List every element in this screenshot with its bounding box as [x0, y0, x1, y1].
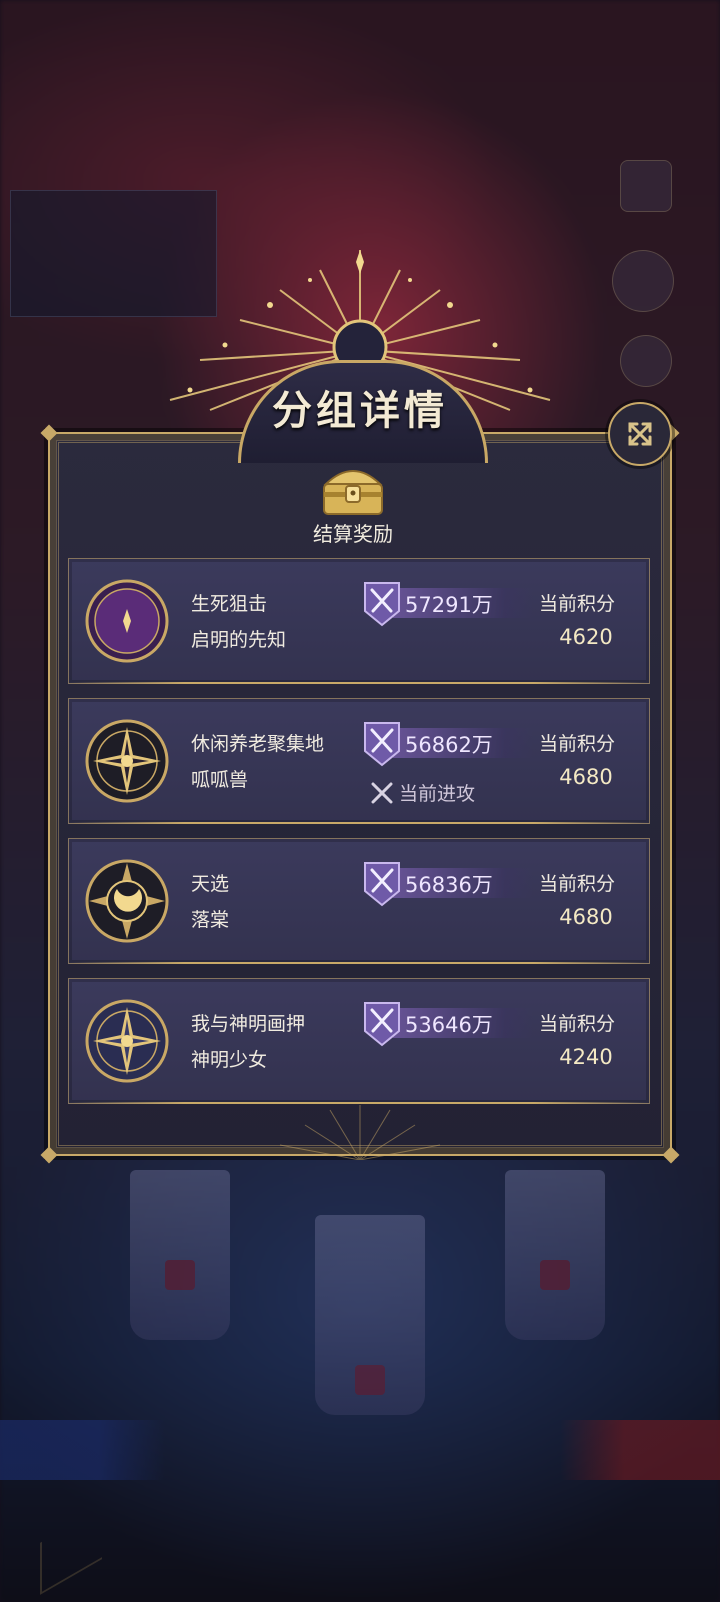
attack-status: 当前进攻 — [369, 779, 475, 806]
score-value: 4680 — [559, 905, 613, 929]
group-row[interactable]: 我与神明画押 神明少女 53646万 当前积分 4240 — [68, 978, 650, 1104]
power-value: 56836万 — [405, 873, 493, 897]
crossed-swords-shield-icon — [364, 862, 400, 907]
crossed-swords-shield-icon — [364, 1002, 400, 1047]
background-left-button — [0, 1420, 165, 1480]
score-value: 4620 — [559, 625, 613, 649]
settlement-reward-label[interactable]: 结算奖励 — [253, 518, 453, 547]
crossed-swords-shield-icon — [364, 722, 400, 767]
score-label: 当前积分 — [539, 873, 616, 895]
group-row[interactable]: 休闲养老聚集地 呱呱兽 56862万 当前进攻 当前积分 4680 — [68, 698, 650, 824]
background-ship-icon — [130, 1170, 230, 1340]
treasure-chest-icon[interactable] — [318, 462, 388, 518]
crossed-swords-icon — [371, 782, 393, 803]
crescent-moon-emblem-icon — [85, 579, 169, 663]
power-value: 56862万 — [405, 733, 493, 757]
close-icon — [628, 422, 652, 446]
background-menu-icon — [620, 160, 672, 212]
sun-moon-emblem-icon — [85, 859, 169, 943]
modal-title: 分组详情 — [272, 387, 448, 434]
guild-name: 我与神明画押 — [191, 1013, 306, 1035]
leader-name: 启明的先知 — [191, 629, 287, 651]
group-row[interactable]: 天选 落棠 56836万 当前积分 4680 — [68, 838, 650, 964]
background-right-button — [560, 1420, 720, 1480]
score-label: 当前积分 — [539, 1013, 616, 1035]
group-row[interactable]: 生死狙击 启明的先知 57291万 当前积分 4620 — [68, 558, 650, 684]
power-display: 56836万 — [363, 861, 533, 909]
guild-name: 生死狙击 — [191, 593, 268, 615]
background-trophy-icon — [620, 335, 672, 387]
score-label: 当前积分 — [539, 733, 616, 755]
background-ship-icon — [315, 1215, 425, 1415]
background-ship-icon — [505, 1170, 605, 1340]
power-display: 57291万 — [363, 581, 533, 629]
attack-status-label: 当前进攻 — [399, 783, 476, 805]
score-value: 4240 — [559, 1045, 613, 1069]
score-label: 当前积分 — [539, 593, 616, 615]
guild-name: 天选 — [191, 873, 230, 895]
leader-name: 呱呱兽 — [191, 769, 249, 791]
power-display: 56862万 — [363, 721, 533, 769]
leader-name: 神明少女 — [191, 1049, 268, 1071]
leader-name: 落棠 — [191, 909, 230, 931]
bottom-sunburst-ornament — [279, 1105, 441, 1160]
score-value: 4680 — [559, 765, 613, 789]
compass-star-emblem-icon — [85, 999, 169, 1083]
compass-star-emblem-icon — [85, 719, 169, 803]
power-value: 53646万 — [405, 1013, 493, 1037]
power-display: 53646万 — [363, 1001, 533, 1049]
crossed-swords-shield-icon — [364, 582, 400, 627]
background-avatar-icon — [612, 250, 674, 312]
power-value: 57291万 — [405, 593, 493, 617]
guild-name: 休闲养老聚集地 — [191, 733, 325, 755]
close-button[interactable] — [608, 402, 672, 466]
